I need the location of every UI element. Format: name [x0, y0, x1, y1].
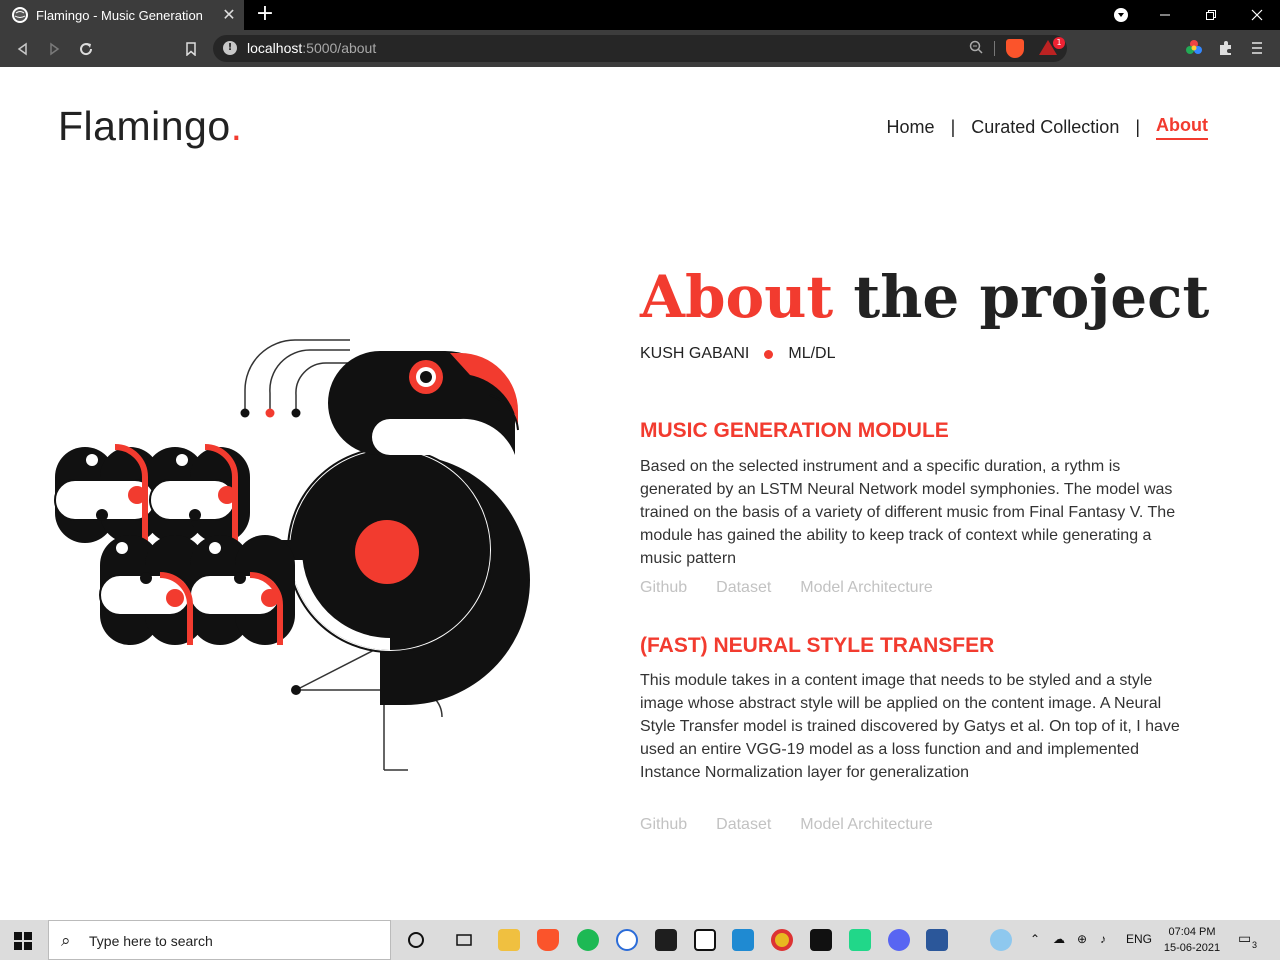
- nav-separator: |: [950, 117, 956, 137]
- tab-title: Flamingo - Music Generation: [36, 7, 203, 23]
- figma-icon[interactable]: [655, 929, 677, 951]
- section-title-style-transfer: (FAST) NEURAL STYLE TRANSFER: [640, 634, 995, 657]
- pycharm-icon[interactable]: [849, 929, 871, 951]
- section-title-music-generation: MUSIC GENERATION MODULE: [640, 419, 949, 442]
- search-placeholder: Type here to search: [89, 933, 213, 949]
- browser-toolbar: ! localhost:5000/about 1: [0, 30, 1280, 67]
- notification-icon[interactable]: ▭: [1238, 930, 1251, 947]
- restore-icon[interactable]: [1188, 0, 1234, 30]
- taskbar-search-box[interactable]: ⌕ Type here to search: [48, 920, 391, 960]
- notion-icon[interactable]: [694, 929, 716, 951]
- back-icon[interactable]: [12, 38, 34, 60]
- model-architecture-link[interactable]: Model Architecture: [800, 579, 933, 597]
- page-content: Flamingo. Home | Curated Collection | Ab…: [0, 67, 1280, 920]
- search-icon: ⌕: [61, 931, 71, 951]
- system-clock[interactable]: 07:04 PM 15-06-2021: [1160, 924, 1224, 956]
- profile-dropdown-icon[interactable]: [1098, 0, 1144, 30]
- menu-icon[interactable]: [1250, 39, 1268, 57]
- weather-icon[interactable]: [990, 929, 1012, 951]
- nav-about[interactable]: About: [1156, 115, 1208, 140]
- intellij-icon[interactable]: [810, 929, 832, 951]
- flamingo-illustration: [54, 339, 530, 771]
- logo-text: Flamingo: [58, 103, 231, 149]
- bullet-dot: [764, 349, 774, 359]
- forward-icon[interactable]: [43, 38, 65, 60]
- bookmark-icon[interactable]: [180, 38, 202, 60]
- field-label: ML/DL: [788, 345, 836, 362]
- dataset-link[interactable]: Dataset: [716, 816, 771, 834]
- brave-browser-icon[interactable]: [537, 929, 559, 951]
- volume-icon[interactable]: ♪: [1100, 932, 1106, 946]
- site-logo[interactable]: Flamingo.: [58, 103, 243, 150]
- section-links-style-transfer: Github Dataset Model Architecture: [640, 816, 962, 834]
- onedrive-icon[interactable]: ☁: [1053, 932, 1065, 946]
- url-path: :5000/about: [302, 40, 377, 56]
- task-view-icon[interactable]: [453, 929, 475, 951]
- url-host: localhost: [247, 40, 303, 56]
- file-explorer-icon[interactable]: [498, 929, 520, 951]
- windows-taskbar: ⌕ Type here to search ⌃ ☁ ⊕ ♪ ENG 07:04 …: [0, 920, 1280, 960]
- vscode-icon[interactable]: [732, 929, 754, 951]
- author-meta: KUSH GABANI ML/DL: [640, 345, 835, 363]
- divider: [994, 41, 995, 56]
- section-body-style-transfer: This module takes in a content image tha…: [640, 672, 1180, 781]
- windows-start-icon[interactable]: [14, 932, 32, 950]
- cortana-icon[interactable]: [405, 929, 427, 951]
- nav-curated-collection[interactable]: Curated Collection: [971, 117, 1119, 138]
- title-rest: the project: [853, 263, 1210, 331]
- author-name: KUSH GABANI: [640, 345, 750, 362]
- section-body-music-generation: Based on the selected instrument and a s…: [640, 458, 1176, 567]
- zoom-icon[interactable]: [969, 40, 983, 58]
- url-text: localhost:5000/about: [247, 40, 376, 56]
- minimize-icon[interactable]: [1142, 0, 1188, 30]
- color-extension-icon[interactable]: [1185, 39, 1203, 57]
- browser-tab[interactable]: Flamingo - Music Generation ✕: [0, 0, 244, 30]
- nav-home[interactable]: Home: [887, 117, 935, 138]
- logo-dot: .: [230, 103, 243, 149]
- chrome-icon[interactable]: [771, 929, 793, 951]
- chevron-up-icon[interactable]: ⌃: [1030, 932, 1040, 946]
- github-link[interactable]: Github: [640, 816, 687, 834]
- title-accent: About: [640, 263, 834, 331]
- word-app-icon[interactable]: [616, 929, 638, 951]
- clock-date: 15-06-2021: [1163, 942, 1221, 954]
- extensions-puzzle-icon[interactable]: [1217, 39, 1235, 57]
- globe-icon: [12, 7, 28, 23]
- brave-shields-icon[interactable]: [1006, 39, 1024, 58]
- github-link[interactable]: Github: [640, 579, 687, 597]
- discord-icon[interactable]: [888, 929, 910, 951]
- page-title: About the project: [640, 263, 1209, 331]
- ms-word-icon[interactable]: [926, 929, 948, 951]
- close-window-icon[interactable]: [1234, 0, 1280, 30]
- rewards-badge: 1: [1053, 37, 1065, 49]
- new-tab-button[interactable]: +: [254, 3, 276, 25]
- site-info-icon[interactable]: !: [223, 41, 237, 55]
- clock-time: 07:04 PM: [1168, 926, 1216, 938]
- address-bar[interactable]: ! localhost:5000/about 1: [213, 35, 1067, 62]
- reload-icon[interactable]: [75, 38, 97, 60]
- spotify-icon[interactable]: [577, 929, 599, 951]
- notification-count: 3: [1252, 940, 1258, 950]
- tab-close-icon[interactable]: ✕: [220, 6, 238, 24]
- network-icon[interactable]: ⊕: [1077, 932, 1087, 946]
- section-links-music-generation: Github Dataset Model Architecture: [640, 579, 962, 597]
- browser-tab-strip: Flamingo - Music Generation ✕ +: [0, 0, 1280, 30]
- nav-separator: |: [1135, 117, 1141, 137]
- main-nav: Home | Curated Collection | About: [887, 115, 1208, 140]
- language-indicator[interactable]: ENG: [1126, 932, 1152, 946]
- dataset-link[interactable]: Dataset: [716, 579, 771, 597]
- model-architecture-link[interactable]: Model Architecture: [800, 816, 933, 834]
